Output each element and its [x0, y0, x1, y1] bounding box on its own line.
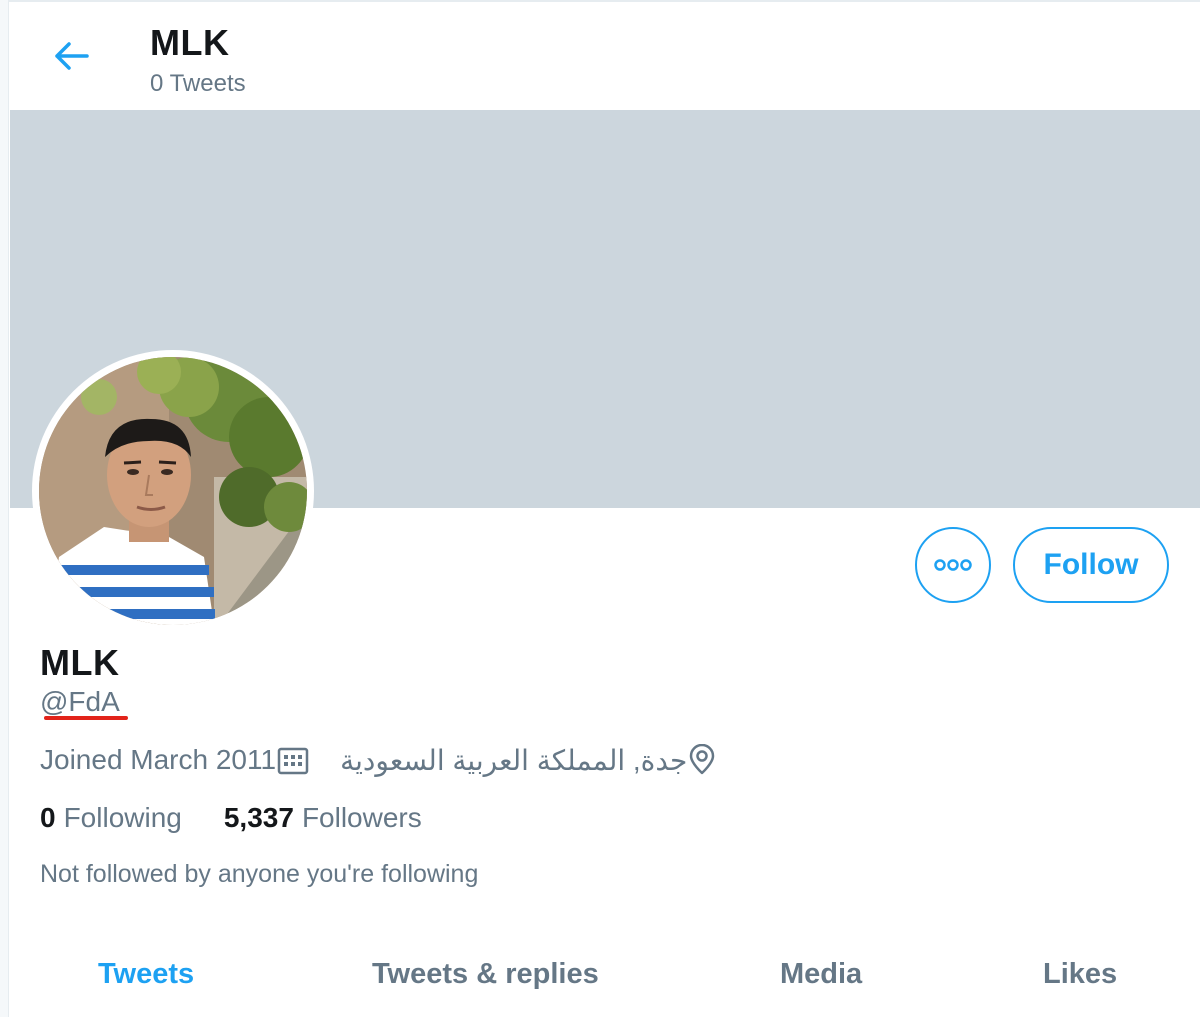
- follow-button[interactable]: Follow: [1013, 527, 1169, 603]
- profile-header: MLK 0 Tweets: [10, 2, 1200, 110]
- profile-name: MLK: [40, 642, 120, 683]
- followers-count: 5,337: [223, 802, 294, 833]
- tab-tweets-replies[interactable]: Tweets & replies: [372, 958, 599, 991]
- not-followed-notice: Not followed by anyone you're following: [40, 860, 479, 888]
- tab-tweets[interactable]: Tweets: [98, 958, 194, 991]
- handle-annotation-underline: [44, 716, 128, 720]
- avatar-photo: [39, 357, 307, 625]
- location-pin-icon: [687, 744, 717, 776]
- following-stat[interactable]: 0 Following: [40, 802, 182, 834]
- location-text: جدة, المملكة العربية السعودية: [340, 744, 688, 776]
- joined-date: Joined March 2011: [40, 744, 277, 775]
- back-button[interactable]: [50, 34, 94, 78]
- profile-meta: Joined March 2011 جدة, المملكة العربية ا…: [40, 740, 717, 780]
- profile-location: جدة, المملكة العربية السعودية: [340, 744, 717, 777]
- more-dots-icon: [934, 559, 972, 571]
- followers-label: Followers: [301, 802, 422, 833]
- following-label: Following: [63, 802, 182, 833]
- profile-tabs: Tweets Tweets & replies Media Likes: [10, 940, 1200, 1017]
- follow-stats: 0 Following 5,337 Followers: [40, 798, 422, 838]
- followers-stat[interactable]: 5,337 Followers: [224, 802, 422, 834]
- tab-likes[interactable]: Likes: [1043, 958, 1117, 991]
- profile-page: MLK 0 Tweets Follow MLK @FdA Joined Marc…: [0, 0, 1200, 1017]
- tab-media[interactable]: Media: [780, 958, 862, 991]
- avatar[interactable]: [32, 350, 314, 632]
- calendar-icon: [276, 745, 310, 775]
- profile-handle: @FdA: [40, 686, 120, 717]
- tweet-count: 0 Tweets: [150, 70, 246, 97]
- arrow-left-icon: [55, 42, 89, 70]
- more-options-button[interactable]: [915, 527, 991, 603]
- left-divider: [0, 0, 9, 1017]
- following-count: 0: [40, 802, 56, 833]
- header-title: MLK: [150, 22, 230, 63]
